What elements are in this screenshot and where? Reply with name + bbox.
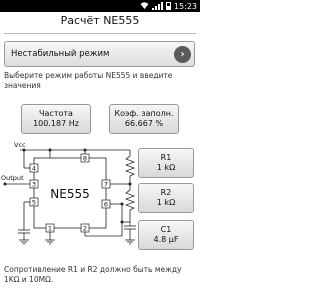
output-label: Output bbox=[1, 174, 24, 182]
signal-icon bbox=[151, 2, 163, 10]
chevron-right-icon[interactable]: › bbox=[174, 46, 191, 63]
pin-5: 5 bbox=[32, 199, 36, 207]
chip-label: NE555 bbox=[50, 187, 89, 201]
duty-cycle-label: Коэф. заполн. bbox=[114, 109, 174, 118]
r1-value: 1 kΩ bbox=[156, 163, 176, 172]
duty-cycle-value: 66.667 % bbox=[124, 119, 164, 128]
r2-button[interactable]: R2 1 kΩ bbox=[138, 183, 194, 213]
r1-label: R1 bbox=[160, 153, 172, 162]
frequency-value: 100.187 Hz bbox=[33, 119, 79, 128]
pin-6: 6 bbox=[104, 201, 108, 209]
frequency-label: Частота bbox=[39, 109, 73, 118]
status-time: 15:23 bbox=[173, 1, 197, 11]
r2-label: R2 bbox=[160, 188, 172, 197]
footer-note: Сопротивление R1 и R2 должно быть между … bbox=[4, 265, 182, 284]
c1-label: C1 bbox=[160, 225, 172, 234]
hint-text: Выберите режим работы NE555 и введите зн… bbox=[4, 71, 173, 90]
c1-value: 4.8 μF bbox=[153, 235, 179, 244]
pin-3: 3 bbox=[32, 181, 36, 189]
status-bar: 15:23 bbox=[0, 0, 200, 12]
pin-2: 2 bbox=[83, 225, 87, 233]
pin-4: 4 bbox=[32, 165, 36, 173]
mode-select-value: Нестабильный режим bbox=[11, 49, 110, 59]
page-title: Расчёт NE555 bbox=[60, 14, 140, 27]
pin-8: 8 bbox=[83, 155, 87, 163]
duty-cycle-button[interactable]: Коэф. заполн. 66.667 % bbox=[109, 104, 179, 134]
wifi-icon bbox=[140, 1, 149, 11]
frequency-button[interactable]: Частота 100.187 Hz bbox=[21, 104, 91, 134]
ne555-schematic: 4 8 3 7 6 5 1 2 NE555 Vcc Output bbox=[1, 141, 136, 245]
pin-7: 7 bbox=[104, 181, 108, 189]
battery-icon bbox=[165, 2, 171, 10]
pin-1: 1 bbox=[48, 225, 52, 233]
mode-select[interactable]: Нестабильный режим › bbox=[4, 41, 195, 67]
title-divider bbox=[4, 33, 196, 34]
vcc-label: Vcc bbox=[14, 141, 26, 149]
r2-value: 1 kΩ bbox=[156, 198, 176, 207]
c1-button[interactable]: C1 4.8 μF bbox=[138, 220, 194, 250]
r1-button[interactable]: R1 1 kΩ bbox=[138, 148, 194, 178]
